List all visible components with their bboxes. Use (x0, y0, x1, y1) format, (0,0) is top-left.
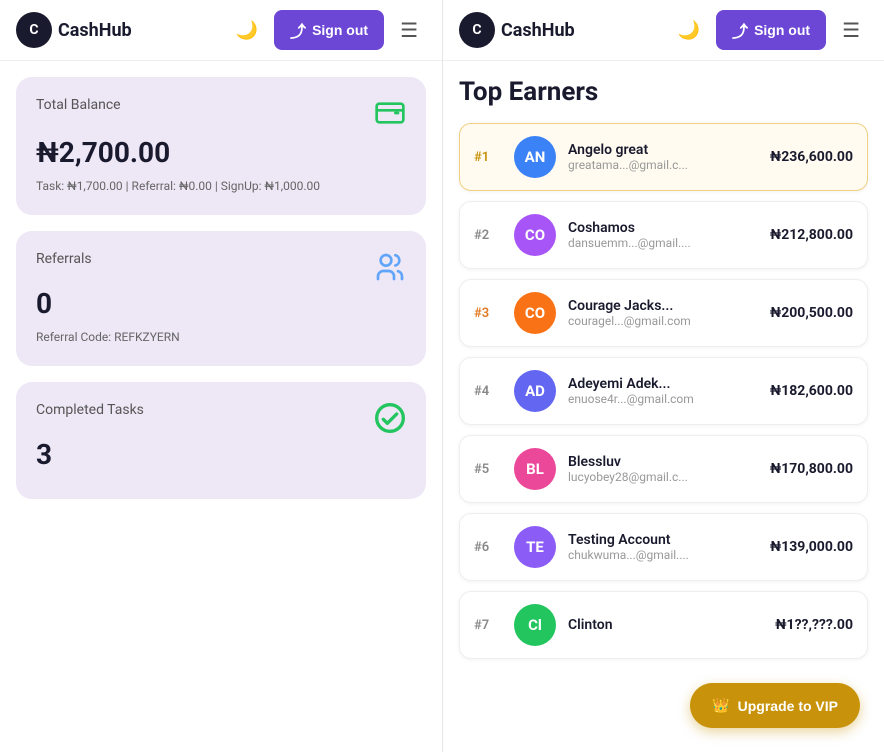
earner-amount: ₦212,800.00 (770, 227, 853, 243)
earner-info: Clinton (568, 617, 763, 633)
earner-email: lucyobey28@gmail.c... (568, 470, 758, 484)
earner-card: #6 TE Testing Account chukwuma...@gmail.… (459, 513, 868, 581)
right-dark-mode-button[interactable]: 🌙 (670, 16, 708, 45)
right-menu-button[interactable]: ☰ (834, 14, 868, 47)
earner-avatar: Cl (514, 604, 556, 646)
left-dark-mode-button[interactable]: 🌙 (228, 16, 266, 45)
right-logo-circle: C (459, 12, 495, 48)
crown-icon: 👑 (712, 697, 729, 714)
earner-avatar: CO (514, 292, 556, 334)
earner-amount: ₦182,600.00 (770, 383, 853, 399)
earner-name: Angelo great (568, 142, 758, 158)
earner-rank: #6 (474, 540, 502, 555)
right-navbar: C CashHub 🌙 ⤴ Sign out ☰ (443, 0, 884, 61)
earner-name: Adeyemi Adek... (568, 376, 758, 392)
earner-rank: #1 (474, 150, 502, 165)
left-menu-button[interactable]: ☰ (392, 14, 426, 47)
top-earners-title: Top Earners (459, 77, 868, 107)
balance-card: Total Balance ₦2,700.00 Task: ₦1,700.00 … (16, 77, 426, 215)
earner-card: #3 CO Courage Jacks... couragel...@gmail… (459, 279, 868, 347)
earner-email: couragel...@gmail.com (568, 314, 758, 328)
right-panel: C CashHub 🌙 ⤴ Sign out ☰ Top Earners #1 … (442, 0, 884, 752)
earner-rank: #3 (474, 306, 502, 321)
earner-card: #1 AN Angelo great greatama...@gmail.c..… (459, 123, 868, 191)
upgrade-btn-container: 👑 Upgrade to VIP (690, 683, 860, 728)
signout-arrow-icon-right: ⤴ (732, 18, 748, 42)
tasks-card: Completed Tasks 3 (16, 382, 426, 499)
earner-avatar: BL (514, 448, 556, 490)
earner-avatar: CO (514, 214, 556, 256)
earner-email: chukwuma...@gmail.... (568, 548, 758, 562)
earner-amount: ₦139,000.00 (770, 539, 853, 555)
right-app-name: CashHub (501, 20, 575, 41)
left-app-name: CashHub (58, 20, 132, 41)
balance-card-title: Total Balance (36, 97, 121, 113)
right-content: Top Earners #1 AN Angelo great greatama.… (443, 61, 884, 752)
left-panel: C CashHub 🌙 ⤴ Sign out ☰ Total Balance (0, 0, 442, 752)
referrals-value: 0 (36, 287, 406, 320)
tasks-card-header: Completed Tasks (36, 402, 406, 438)
left-content: Total Balance ₦2,700.00 Task: ₦1,700.00 … (0, 61, 442, 752)
referrals-card-title: Referrals (36, 251, 92, 267)
earners-list: #1 AN Angelo great greatama...@gmail.c..… (459, 123, 868, 659)
right-logo: C CashHub (459, 12, 575, 48)
earner-avatar: TE (514, 526, 556, 568)
earner-amount: ₦200,500.00 (770, 305, 853, 321)
earner-email: enuose4r...@gmail.com (568, 392, 758, 406)
signout-arrow-icon-left: ⤴ (290, 18, 306, 42)
earner-name: Testing Account (568, 532, 758, 548)
left-signout-button[interactable]: ⤴ Sign out (274, 10, 384, 50)
tasks-card-title: Completed Tasks (36, 402, 144, 418)
tasks-value: 3 (36, 438, 406, 471)
check-icon (374, 402, 406, 438)
earner-name: Courage Jacks... (568, 298, 758, 314)
earner-name: Blessluv (568, 454, 758, 470)
left-logo-circle: C (16, 12, 52, 48)
earner-name: Clinton (568, 617, 763, 633)
referral-icon (374, 251, 406, 287)
earner-info: Adeyemi Adek... enuose4r...@gmail.com (568, 376, 758, 406)
left-logo: C CashHub (16, 12, 132, 48)
earner-card: #4 AD Adeyemi Adek... enuose4r...@gmail.… (459, 357, 868, 425)
earner-email: greatama...@gmail.c... (568, 158, 758, 172)
earner-rank: #2 (474, 228, 502, 243)
balance-card-header: Total Balance (36, 97, 406, 136)
referrals-subtitle: Referral Code: REFKZYERN (36, 328, 406, 346)
earner-amount: ₦170,800.00 (770, 461, 853, 477)
earner-email: dansuemm...@gmail.... (568, 236, 758, 250)
referrals-card: Referrals 0 Referral Code: REFKZYERN (16, 231, 426, 366)
earner-rank: #4 (474, 384, 502, 399)
earner-amount: ₦236,600.00 (770, 149, 853, 165)
earner-rank: #5 (474, 462, 502, 477)
left-navbar: C CashHub 🌙 ⤴ Sign out ☰ (0, 0, 442, 61)
earner-card: #7 Cl Clinton ₦1??,???.00 (459, 591, 868, 659)
balance-subtitle: Task: ₦1,700.00 | Referral: ₦0.00 | Sign… (36, 177, 406, 195)
upgrade-label: Upgrade to VIP (738, 698, 838, 714)
earner-info: Angelo great greatama...@gmail.c... (568, 142, 758, 172)
earner-info: Coshamos dansuemm...@gmail.... (568, 220, 758, 250)
earner-info: Blessluv lucyobey28@gmail.c... (568, 454, 758, 484)
upgrade-to-vip-button[interactable]: 👑 Upgrade to VIP (690, 683, 860, 728)
earner-card: #2 CO Coshamos dansuemm...@gmail.... ₦21… (459, 201, 868, 269)
earner-card: #5 BL Blessluv lucyobey28@gmail.c... ₦17… (459, 435, 868, 503)
balance-value: ₦2,700.00 (36, 136, 406, 169)
earner-name: Coshamos (568, 220, 758, 236)
referrals-card-header: Referrals (36, 251, 406, 287)
earner-info: Courage Jacks... couragel...@gmail.com (568, 298, 758, 328)
earner-avatar: AD (514, 370, 556, 412)
wallet-icon (374, 97, 406, 136)
earner-info: Testing Account chukwuma...@gmail.... (568, 532, 758, 562)
earner-avatar: AN (514, 136, 556, 178)
right-signout-button[interactable]: ⤴ Sign out (716, 10, 826, 50)
earner-rank: #7 (474, 618, 502, 633)
earner-amount: ₦1??,???.00 (775, 617, 853, 633)
